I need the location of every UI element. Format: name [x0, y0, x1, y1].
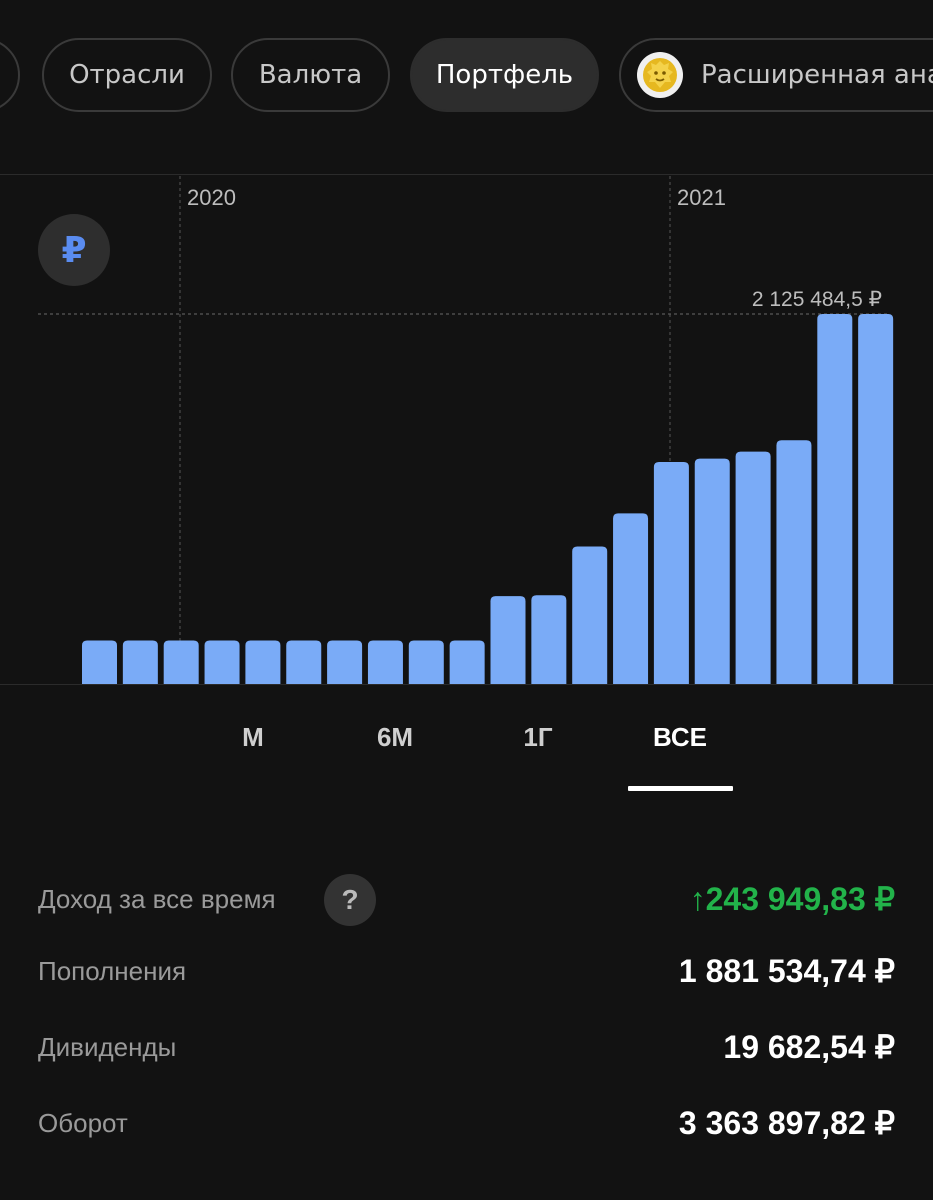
chart-bars [82, 314, 894, 684]
stat-income-label: Доход за все время [38, 884, 276, 914]
period-month[interactable]: М [193, 722, 313, 753]
portfolio-bar-chart: 2020 2021 2 125 484,5 ₽ [38, 176, 894, 684]
chart-bar-10[interactable] [449, 640, 485, 684]
chart-bar-9[interactable] [408, 640, 444, 684]
chart-bar-5[interactable] [245, 640, 281, 684]
chart-bar-7[interactable] [327, 640, 363, 684]
currency-toggle-button[interactable]: ₽ [38, 214, 110, 286]
chart-bar-20[interactable] [858, 314, 894, 684]
stat-deposits: Пополнения 1 881 534,74 ₽ [0, 946, 933, 1006]
period-all[interactable]: ВСЕ [620, 722, 740, 753]
x-label-2021: 2021 [677, 185, 726, 210]
stat-income-value: ↑243 949,83 ₽ [689, 881, 895, 917]
chart-bottom-border [0, 684, 933, 685]
chart-bar-8[interactable] [367, 640, 403, 684]
stat-deposits-label: Пополнения [38, 956, 187, 986]
chart-bar-17[interactable] [735, 451, 771, 684]
stat-dividends: Дивиденды 19 682,54 ₽ [0, 1022, 933, 1082]
period-active-indicator [628, 786, 733, 791]
stat-income: Доход за все время ? ↑243 949,83 ₽ [0, 860, 933, 926]
chart-bar-19[interactable] [817, 314, 853, 684]
chart-bar-3[interactable] [163, 640, 199, 684]
stat-turnover-value: 3 363 897,82 ₽ [678, 1105, 895, 1141]
stat-turnover-label: Оборот [38, 1108, 128, 1138]
period-selector: М 6М 1Г ВСЕ [0, 712, 933, 792]
stat-dividends-value: 19 682,54 ₽ [723, 1029, 895, 1065]
chart-bar-18[interactable] [776, 440, 812, 684]
max-value-label: 2 125 484,5 ₽ [752, 288, 882, 311]
stat-deposits-value: 1 881 534,74 ₽ [678, 953, 895, 989]
chart-bar-16[interactable] [694, 458, 730, 684]
chart-bar-2[interactable] [122, 640, 158, 684]
period-6-months[interactable]: 6М [335, 722, 455, 753]
stat-dividends-label: Дивиденды [38, 1032, 177, 1062]
ruble-icon: ₽ [61, 229, 87, 271]
chart-bar-12[interactable] [531, 595, 567, 684]
chart-bar-15[interactable] [653, 462, 689, 684]
chart-bar-4[interactable] [204, 640, 240, 684]
chart-bar-6[interactable] [286, 640, 322, 684]
chart-bar-1[interactable] [82, 640, 117, 684]
x-label-2020: 2020 [187, 185, 236, 210]
help-icon[interactable]: ? [324, 874, 376, 926]
period-year[interactable]: 1Г [478, 722, 598, 753]
chart-bar-13[interactable] [572, 546, 608, 684]
chart-bar-11[interactable] [490, 596, 526, 684]
chart-bar-14[interactable] [613, 513, 649, 684]
stat-turnover: Оборот 3 363 897,82 ₽ [0, 1098, 933, 1158]
